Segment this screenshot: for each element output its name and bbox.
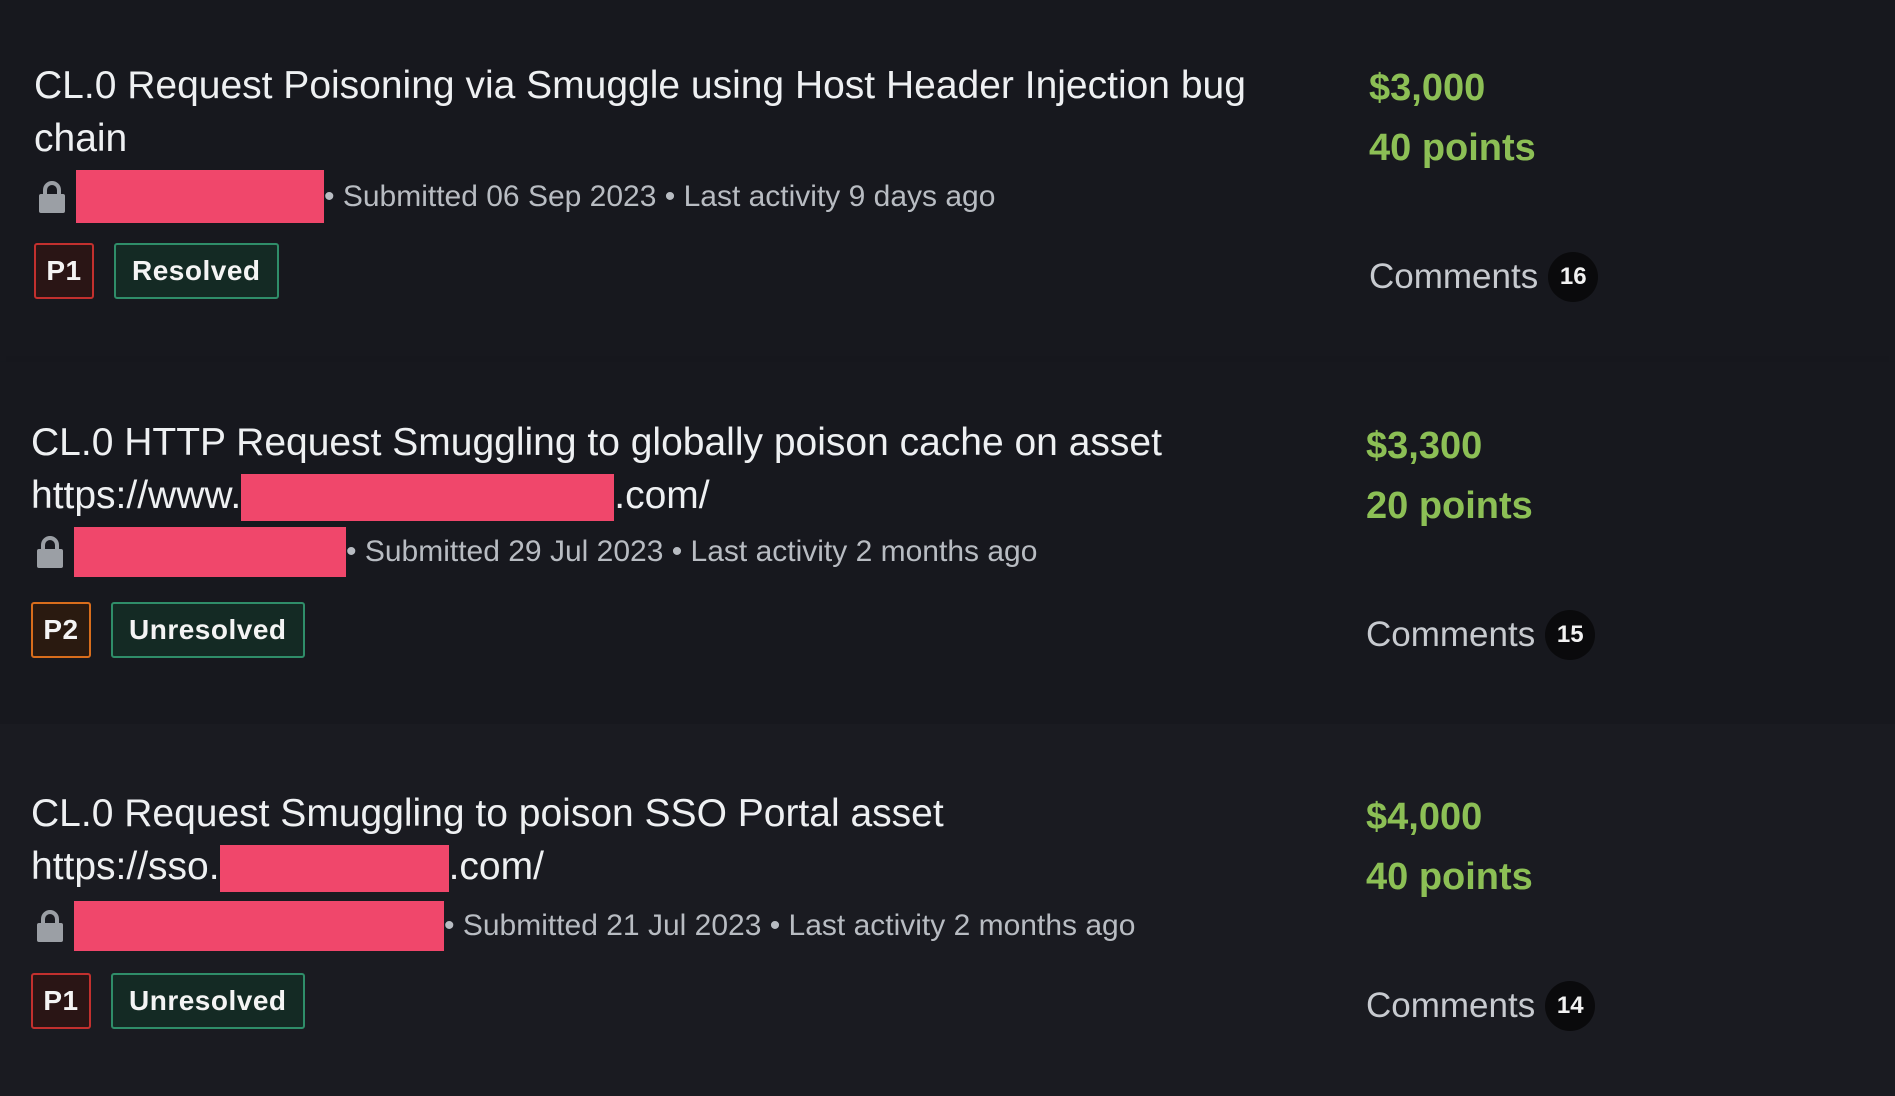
- report-meta: • Submitted 06 Sep 2023 • Last activity …: [38, 170, 995, 223]
- comments-label: Comments: [1366, 615, 1536, 654]
- comments-label: Comments: [1369, 257, 1539, 296]
- redacted-domain: [219, 845, 449, 893]
- redacted-researcher: [74, 527, 346, 577]
- report-title-line[interactable]: https://www. .com/: [31, 469, 1311, 522]
- report-reward: $4,000 40 points: [1366, 787, 1533, 907]
- report-title-line[interactable]: https://sso. .com/: [31, 840, 1311, 893]
- comments-count: 15: [1545, 610, 1596, 660]
- points-amount: 40 points: [1369, 127, 1536, 169]
- bounty-amount: $3,300: [1366, 425, 1483, 467]
- report-title[interactable]: CL.0 HTTP Request Smuggling to globally …: [31, 416, 1311, 522]
- title-url-suffix[interactable]: .com/: [614, 474, 709, 517]
- title-url-suffix[interactable]: .com/: [449, 845, 544, 888]
- report-card[interactable]: CL.0 Request Poisoning via Smuggle using…: [0, 0, 1895, 362]
- submission-info: • Submitted 29 Jul 2023 • Last activity …: [346, 535, 1038, 568]
- priority-badge: P1: [34, 243, 94, 299]
- report-badges: P1 Unresolved: [31, 973, 305, 1029]
- report-badges: P1 Resolved: [34, 243, 279, 299]
- status-badge: Unresolved: [111, 602, 305, 658]
- redacted-researcher: [74, 901, 444, 951]
- report-card[interactable]: CL.0 HTTP Request Smuggling to globally …: [0, 362, 1895, 724]
- comments-link[interactable]: Comments 15: [1366, 610, 1596, 660]
- title-url-prefix[interactable]: https://sso.: [31, 845, 220, 888]
- report-meta: • Submitted 21 Jul 2023 • Last activity …: [36, 901, 1135, 951]
- report-badges: P2 Unresolved: [31, 602, 305, 658]
- comments-label: Comments: [1366, 986, 1536, 1025]
- report-title[interactable]: CL.0 Request Smuggling to poison SSO Por…: [31, 787, 1311, 893]
- lock-icon: [39, 180, 65, 213]
- report-title[interactable]: CL.0 Request Poisoning via Smuggle using…: [34, 59, 1314, 165]
- bounty-amount: $3,000: [1369, 67, 1486, 109]
- report-reward: $3,300 20 points: [1366, 416, 1533, 536]
- comments-count: 14: [1545, 981, 1596, 1031]
- report-card[interactable]: CL.0 Request Smuggling to poison SSO Por…: [0, 724, 1895, 1096]
- status-badge: Resolved: [114, 243, 279, 299]
- lock-icon: [37, 536, 63, 568]
- report-title-line[interactable]: chain: [34, 112, 1314, 165]
- report-meta: • Submitted 29 Jul 2023 • Last activity …: [36, 527, 1037, 577]
- report-list: CL.0 Request Poisoning via Smuggle using…: [0, 0, 1895, 1096]
- comments-count: 16: [1548, 252, 1599, 302]
- points-amount: 20 points: [1366, 485, 1533, 527]
- report-title-line[interactable]: CL.0 HTTP Request Smuggling to globally …: [31, 416, 1311, 469]
- bounty-amount: $4,000: [1366, 796, 1483, 838]
- redacted-domain: [241, 474, 615, 522]
- priority-badge: P1: [31, 973, 91, 1029]
- comments-link[interactable]: Comments 14: [1366, 981, 1596, 1031]
- points-amount: 40 points: [1366, 856, 1533, 898]
- comments-link[interactable]: Comments 16: [1369, 252, 1599, 302]
- submission-info: • Submitted 21 Jul 2023 • Last activity …: [444, 909, 1136, 942]
- title-url-prefix[interactable]: https://www.: [31, 474, 241, 517]
- report-reward: $3,000 40 points: [1369, 58, 1536, 178]
- report-title-line[interactable]: CL.0 Request Poisoning via Smuggle using…: [34, 59, 1314, 112]
- redacted-researcher: [76, 170, 324, 223]
- priority-badge: P2: [31, 602, 91, 658]
- status-badge: Unresolved: [111, 973, 305, 1029]
- lock-icon: [37, 910, 63, 942]
- submission-info: • Submitted 06 Sep 2023 • Last activity …: [324, 179, 996, 213]
- report-title-line[interactable]: CL.0 Request Smuggling to poison SSO Por…: [31, 787, 1311, 840]
